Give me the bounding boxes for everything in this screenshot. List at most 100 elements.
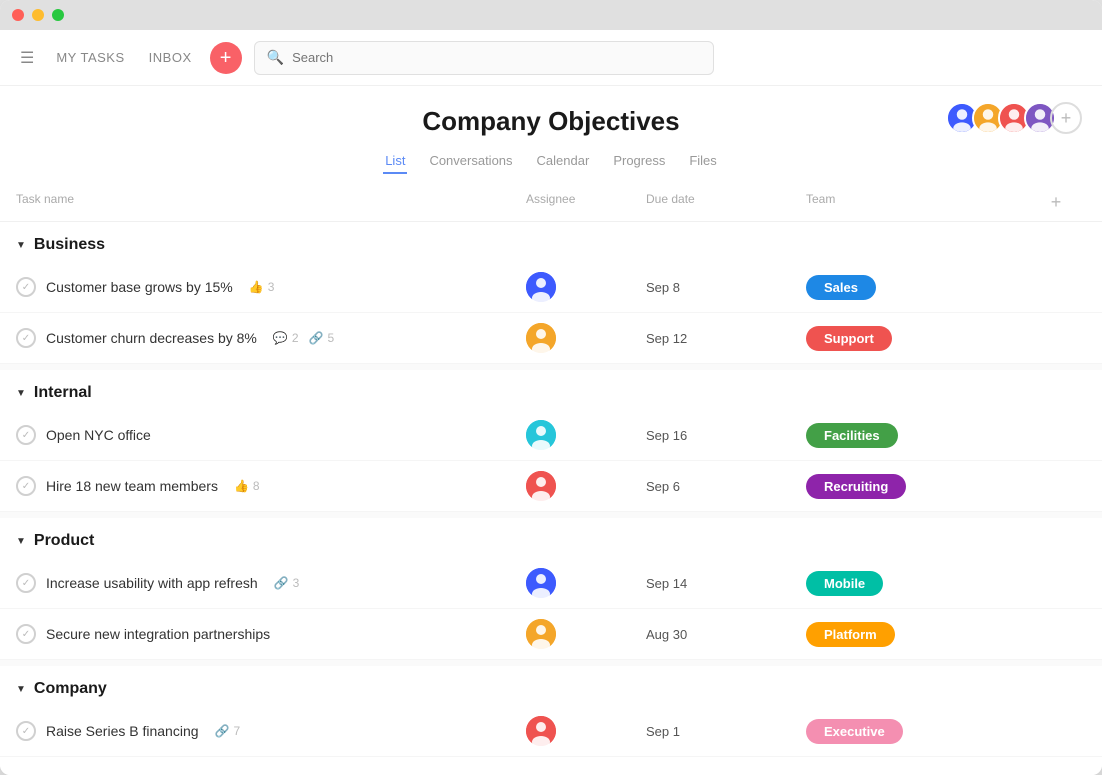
section-internal[interactable]: ▼ Internal	[0, 370, 1102, 410]
assignee-cell	[526, 471, 646, 501]
check-icon: ✓	[22, 578, 30, 589]
check-icon: ✓	[22, 481, 30, 492]
team-badge-cell: Support	[806, 326, 1026, 351]
due-date: Sep 6	[646, 479, 806, 494]
team-badge[interactable]: Platform	[806, 622, 895, 647]
task-name: Open NYC office	[46, 427, 151, 443]
assignee-avatar[interactable]	[526, 323, 556, 353]
table-row: ✓ Customer base grows by 15% 👍 3 Sep 8 S…	[0, 262, 1102, 313]
task-checkbox[interactable]: ✓	[16, 328, 36, 348]
search-input[interactable]	[292, 50, 701, 65]
maximize-dot[interactable]	[52, 9, 64, 21]
task-meta: 👍 3	[249, 280, 275, 294]
inbox-link[interactable]: INBOX	[143, 46, 198, 69]
add-member-button[interactable]: +	[1050, 102, 1082, 134]
table-row: ✓ Customer churn decreases by 8% 💬 2 🔗 5…	[0, 313, 1102, 364]
task-name-cell: ✓ Raise Series B financing 🔗 7	[16, 721, 526, 741]
add-button[interactable]: +	[210, 42, 242, 74]
titlebar	[0, 0, 1102, 30]
team-badge[interactable]: Mobile	[806, 571, 883, 596]
task-checkbox[interactable]: ✓	[16, 277, 36, 297]
task-checkbox[interactable]: ✓	[16, 573, 36, 593]
check-icon: ✓	[22, 333, 30, 344]
table-row: ✓ Increase usability with app refresh 🔗 …	[0, 558, 1102, 609]
assignee-avatar[interactable]	[526, 716, 556, 746]
due-date: Sep 8	[646, 280, 806, 295]
table-row: ✓ Open NYC office Sep 16 Facilities	[0, 410, 1102, 461]
task-checkbox[interactable]: ✓	[16, 425, 36, 445]
task-checkbox[interactable]: ✓	[16, 624, 36, 644]
assignee-cell	[526, 420, 646, 450]
task-name-cell: ✓ Hire 18 new team members 👍 8	[16, 476, 526, 496]
col-team: Team	[806, 192, 1026, 213]
table-row: ✓ Hire 18 new team members 👍 8 Sep 6 Rec…	[0, 461, 1102, 512]
team-badge[interactable]: Sales	[806, 275, 876, 300]
task-name: Customer base grows by 15%	[46, 279, 233, 295]
due-date: Sep 14	[646, 576, 806, 591]
tab-list[interactable]: List	[383, 149, 407, 174]
my-tasks-link[interactable]: MY TASKS	[50, 46, 130, 69]
task-checkbox[interactable]: ✓	[16, 721, 36, 741]
section-triangle-internal: ▼	[16, 388, 26, 399]
task-name-cell: ✓ Increase usability with app refresh 🔗 …	[16, 573, 526, 593]
task-name: Customer churn decreases by 8%	[46, 330, 257, 346]
meta-comments: 💬 2	[273, 331, 299, 345]
col-due-date: Due date	[646, 192, 806, 213]
check-icon: ✓	[22, 726, 30, 737]
table-row: ✓ Secure new integration partnerships Au…	[0, 609, 1102, 660]
tab-progress[interactable]: Progress	[611, 149, 667, 174]
section-title-company: Company	[34, 680, 107, 698]
section-company[interactable]: ▼ Company	[0, 666, 1102, 706]
meta-links: 🔗 3	[274, 576, 300, 590]
tab-conversations[interactable]: Conversations	[427, 149, 514, 174]
section-title-product: Product	[34, 532, 94, 550]
tab-files[interactable]: Files	[687, 149, 718, 174]
col-assignee: Assignee	[526, 192, 646, 213]
assignee-avatar[interactable]	[526, 272, 556, 302]
due-date: Sep 12	[646, 331, 806, 346]
assignee-cell	[526, 272, 646, 302]
minimize-dot[interactable]	[32, 9, 44, 21]
section-product[interactable]: ▼ Product	[0, 518, 1102, 558]
assignee-avatar[interactable]	[526, 420, 556, 450]
meta-links: 🔗 7	[215, 724, 241, 738]
team-badge[interactable]: Facilities	[806, 423, 898, 448]
assignee-avatar[interactable]	[526, 471, 556, 501]
page-header: Company Objectives	[0, 86, 1102, 184]
table-row: ✓ Raise Series B financing 🔗 7 Sep 1 Exe…	[0, 706, 1102, 757]
team-badge-cell: Mobile	[806, 571, 1026, 596]
section-triangle-business: ▼	[16, 240, 26, 251]
team-badge[interactable]: Support	[806, 326, 892, 351]
meta-links: 🔗 5	[309, 331, 335, 345]
team-badge-cell: Platform	[806, 622, 1026, 647]
page-title: Company Objectives	[422, 106, 679, 137]
team-badge[interactable]: Recruiting	[806, 474, 906, 499]
meta-likes: 👍 8	[234, 479, 260, 493]
team-badge-cell: Executive	[806, 719, 1026, 744]
table-header: Task name Assignee Due date Team +	[0, 184, 1102, 222]
table-area: Task name Assignee Due date Team + ▼ Bus…	[0, 184, 1102, 775]
task-meta: 👍 8	[234, 479, 260, 493]
tab-calendar[interactable]: Calendar	[535, 149, 592, 174]
assignee-cell	[526, 619, 646, 649]
avatar-group: +	[946, 102, 1082, 134]
due-date: Aug 30	[646, 627, 806, 642]
hamburger-icon[interactable]: ☰	[16, 44, 38, 72]
task-name-cell: ✓ Secure new integration partnerships	[16, 624, 526, 644]
team-badge-cell: Recruiting	[806, 474, 1026, 499]
team-badge[interactable]: Executive	[806, 719, 903, 744]
task-checkbox[interactable]: ✓	[16, 476, 36, 496]
search-icon: 🔍	[267, 49, 284, 66]
task-meta: 💬 2 🔗 5	[273, 331, 334, 345]
assignee-avatar[interactable]	[526, 568, 556, 598]
section-title-business: Business	[34, 236, 105, 254]
add-column-button[interactable]: +	[1026, 192, 1086, 213]
section-business[interactable]: ▼ Business	[0, 222, 1102, 262]
due-date: Sep 1	[646, 724, 806, 739]
close-dot[interactable]	[12, 9, 24, 21]
task-meta: 🔗 7	[215, 724, 241, 738]
assignee-avatar[interactable]	[526, 619, 556, 649]
section-triangle-product: ▼	[16, 536, 26, 547]
check-icon: ✓	[22, 430, 30, 441]
due-date: Sep 16	[646, 428, 806, 443]
